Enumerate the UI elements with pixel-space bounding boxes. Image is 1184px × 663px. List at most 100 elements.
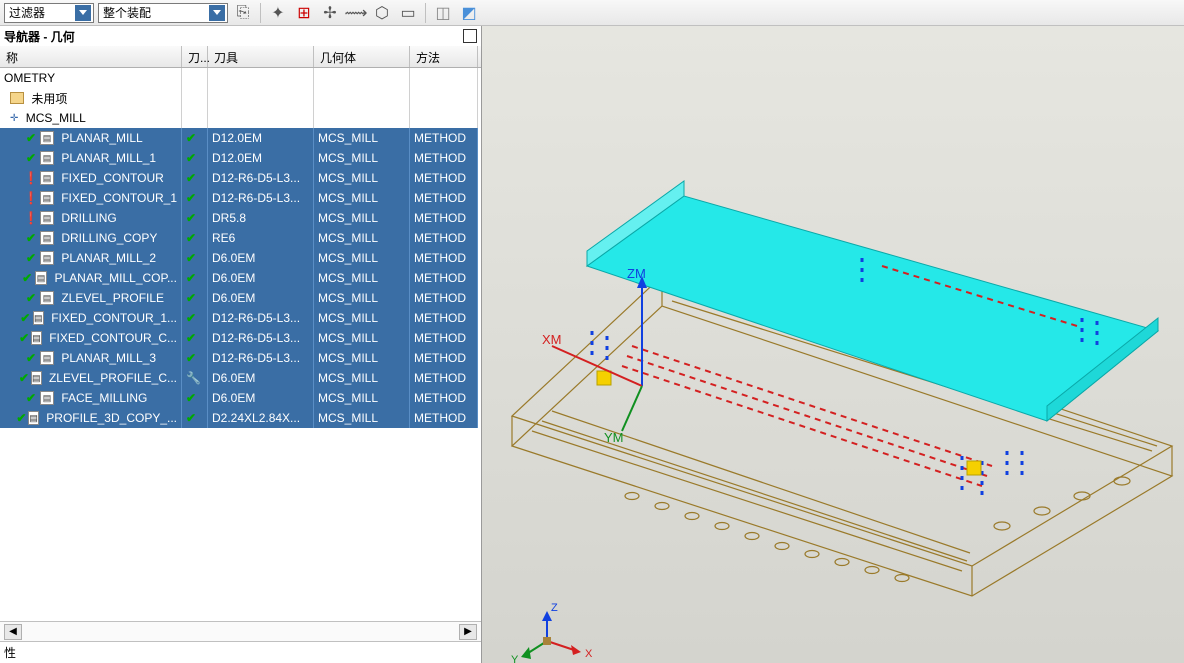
tool-icon-1[interactable]: ⎘ bbox=[232, 2, 254, 24]
column-method[interactable]: 方法 bbox=[410, 46, 478, 67]
tool-name: DR5.8 bbox=[212, 211, 246, 225]
operation-name: DRILLING bbox=[61, 211, 116, 225]
assembly-combo[interactable]: 整个装配 bbox=[98, 3, 228, 23]
geometry-name: MCS_MILL bbox=[318, 211, 378, 225]
method-name: METHOD bbox=[414, 371, 466, 385]
chevron-down-icon[interactable] bbox=[209, 5, 225, 21]
tool-icon-8[interactable]: ◫ bbox=[432, 2, 454, 24]
tool-icon-6[interactable]: ⬡ bbox=[371, 2, 393, 24]
main-layout: 导航器 - 几何 称 刀... 刀具 几何体 方法 OMETRY 未用项 ✛ M… bbox=[0, 26, 1184, 663]
gnomon-z: Z bbox=[551, 602, 558, 614]
method-name: METHOD bbox=[414, 251, 466, 265]
operation-name: FIXED_CONTOUR_1 bbox=[61, 191, 177, 205]
viewport-svg: ZM XM YM X Y Z bbox=[482, 26, 1184, 663]
geometry-name: MCS_MILL bbox=[318, 351, 378, 365]
tool-icon-9[interactable]: ◩ bbox=[458, 2, 480, 24]
chevron-down-icon[interactable] bbox=[75, 5, 91, 21]
geometry-name: MCS_MILL bbox=[318, 331, 378, 345]
operation-name: PLANAR_MILL_3 bbox=[61, 351, 156, 365]
operation-type-icon: ▤ bbox=[40, 211, 54, 225]
method-name: METHOD bbox=[414, 351, 466, 365]
knife-status: ✔ bbox=[186, 211, 196, 225]
geometry-name: MCS_MILL bbox=[318, 171, 378, 185]
separator bbox=[260, 3, 261, 23]
geometry-name: MCS_MILL bbox=[318, 271, 378, 285]
scroll-left-icon[interactable]: ◀ bbox=[4, 624, 22, 640]
operation-row[interactable]: ✔▤ PLANAR_MILL_2✔D6.0EMMCS_MILLMETHOD bbox=[0, 248, 481, 268]
knife-status: ✔ bbox=[186, 151, 196, 165]
status-icon: ✔ bbox=[19, 371, 29, 385]
knife-status: ✔ bbox=[186, 311, 196, 325]
tree-unused[interactable]: 未用项 bbox=[0, 88, 481, 108]
operation-name: ZLEVEL_PROFILE_C... bbox=[49, 371, 177, 385]
operation-row[interactable]: ✔▤ FIXED_CONTOUR_1...✔D12-R6-D5-L3...MCS… bbox=[0, 308, 481, 328]
operation-row[interactable]: ✔▤ PLANAR_MILL✔D12.0EMMCS_MILLMETHOD bbox=[0, 128, 481, 148]
operation-row[interactable]: ✔▤ ZLEVEL_PROFILE✔D6.0EMMCS_MILLMETHOD bbox=[0, 288, 481, 308]
scrollbar[interactable]: ◀ ▶ bbox=[0, 621, 481, 641]
operation-name: PLANAR_MILL_COP... bbox=[54, 271, 177, 285]
operation-name: FIXED_CONTOUR bbox=[61, 171, 163, 185]
status-icon: ✔ bbox=[24, 251, 38, 265]
method-name: METHOD bbox=[414, 131, 466, 145]
operation-type-icon: ▤ bbox=[40, 191, 54, 205]
operation-row[interactable]: ✔▤ DRILLING_COPY✔RE6MCS_MILLMETHOD bbox=[0, 228, 481, 248]
mcs-label: MCS_MILL bbox=[26, 111, 86, 125]
bottom-tab[interactable]: 性 bbox=[0, 641, 481, 663]
geometry-name: MCS_MILL bbox=[318, 251, 378, 265]
filter-combo[interactable]: 过滤器 bbox=[4, 3, 94, 23]
toolbar: 过滤器 整个装配 ⎘ ✦ ⊞ ✢ ⟿ ⬡ ▭ ◫ ◩ bbox=[0, 0, 1184, 26]
operation-row[interactable]: ✔▤ FIXED_CONTOUR_C...✔D12-R6-D5-L3...MCS… bbox=[0, 328, 481, 348]
operation-row[interactable]: ❗▤ DRILLING✔DR5.8MCS_MILLMETHOD bbox=[0, 208, 481, 228]
operation-row[interactable]: ❗▤ FIXED_CONTOUR✔D12-R6-D5-L3...MCS_MILL… bbox=[0, 168, 481, 188]
separator bbox=[425, 3, 426, 23]
gnomon-x: X bbox=[585, 648, 593, 660]
3d-viewport[interactable]: ZM XM YM X Y Z bbox=[482, 26, 1184, 663]
operation-row[interactable]: ✔▤ ZLEVEL_PROFILE_C...🔧D6.0EMMCS_MILLMET… bbox=[0, 368, 481, 388]
operation-row[interactable]: ❗▤ FIXED_CONTOUR_1✔D12-R6-D5-L3...MCS_MI… bbox=[0, 188, 481, 208]
geometry-name: MCS_MILL bbox=[318, 151, 378, 165]
tool-icon-5[interactable]: ⟿ bbox=[345, 2, 367, 24]
column-geometry[interactable]: 几何体 bbox=[314, 46, 410, 67]
operation-row[interactable]: ✔▤ PLANAR_MILL_3✔D12-R6-D5-L3...MCS_MILL… bbox=[0, 348, 481, 368]
scroll-right-icon[interactable]: ▶ bbox=[459, 624, 477, 640]
knife-status: 🔧 bbox=[186, 371, 201, 385]
geometry-name: MCS_MILL bbox=[318, 131, 378, 145]
geometry-name: MCS_MILL bbox=[318, 411, 378, 425]
knife-status: ✔ bbox=[186, 351, 196, 365]
operation-type-icon: ▤ bbox=[40, 351, 54, 365]
knife-status: ✔ bbox=[186, 291, 196, 305]
tool-name: D12-R6-D5-L3... bbox=[212, 191, 300, 205]
tool-name: D12-R6-D5-L3... bbox=[212, 311, 300, 325]
operation-type-icon: ▤ bbox=[31, 331, 42, 345]
method-name: METHOD bbox=[414, 211, 466, 225]
tool-name: D12.0EM bbox=[212, 151, 262, 165]
tool-name: D12.0EM bbox=[212, 131, 262, 145]
tool-icon-4[interactable]: ✢ bbox=[319, 2, 341, 24]
operation-row[interactable]: ✔▤ PLANAR_MILL_COP...✔D6.0EMMCS_MILLMETH… bbox=[0, 268, 481, 288]
status-icon: ✔ bbox=[24, 131, 38, 145]
knife-status: ✔ bbox=[186, 171, 196, 185]
column-tool[interactable]: 刀具 bbox=[208, 46, 314, 67]
tree-mcs[interactable]: ✛ MCS_MILL bbox=[0, 108, 481, 128]
geometry-name: MCS_MILL bbox=[318, 231, 378, 245]
operation-type-icon: ▤ bbox=[40, 391, 54, 405]
column-name[interactable]: 称 bbox=[0, 46, 182, 67]
status-icon: ✔ bbox=[21, 271, 33, 285]
navigator-panel: 导航器 - 几何 称 刀... 刀具 几何体 方法 OMETRY 未用项 ✛ M… bbox=[0, 26, 482, 663]
tool-icon-7[interactable]: ▭ bbox=[397, 2, 419, 24]
operation-row[interactable]: ✔▤ FACE_MILLING✔D6.0EMMCS_MILLMETHOD bbox=[0, 388, 481, 408]
method-name: METHOD bbox=[414, 291, 466, 305]
tree-root[interactable]: OMETRY bbox=[0, 68, 481, 88]
geometry-name: MCS_MILL bbox=[318, 311, 378, 325]
operation-row[interactable]: ✔▤ PLANAR_MILL_1✔D12.0EMMCS_MILLMETHOD bbox=[0, 148, 481, 168]
geometry-name: MCS_MILL bbox=[318, 391, 378, 405]
status-icon: ✔ bbox=[19, 331, 29, 345]
operation-row[interactable]: ✔▤ PROFILE_3D_COPY_...✔D2.24XL2.84X...MC… bbox=[0, 408, 481, 428]
column-knife[interactable]: 刀... bbox=[182, 46, 208, 67]
tree-area[interactable]: OMETRY 未用项 ✛ MCS_MILL ✔▤ PLANAR_MILL✔D12… bbox=[0, 68, 481, 621]
operation-name: PROFILE_3D_COPY_... bbox=[46, 411, 177, 425]
tool-icon-2[interactable]: ✦ bbox=[267, 2, 289, 24]
panel-restore-icon[interactable] bbox=[463, 29, 477, 43]
tool-icon-3[interactable]: ⊞ bbox=[293, 2, 315, 24]
operation-type-icon: ▤ bbox=[40, 231, 54, 245]
